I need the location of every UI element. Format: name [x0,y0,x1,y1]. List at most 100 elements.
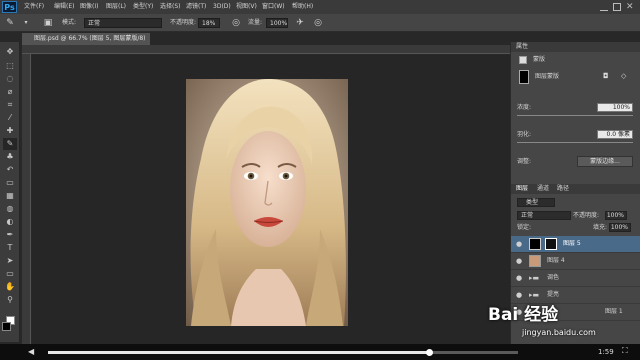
eye-icon[interactable]: ● [515,274,523,282]
dodge-tool-icon[interactable]: ◐ [3,216,17,228]
layer-name[interactable]: 图层 4 [547,257,565,265]
layer-opacity-label: 不透明度: [573,212,600,219]
portrait-image [186,79,348,326]
folder-icon[interactable]: ▸▬ [529,291,539,299]
move-tool-icon[interactable]: ✥ [3,46,17,58]
layer-filter-select[interactable]: 类型 [517,198,555,207]
crop-tool-icon[interactable]: ⌗ [3,99,17,111]
marquee-tool-icon[interactable]: ⬚ [3,60,17,72]
layer-mask-thumbnail[interactable] [545,238,557,250]
feather-input[interactable]: 0.0 像素 [597,130,633,139]
watermark-url: jingyan.baidu.com [522,328,596,337]
airbrush-icon[interactable]: ✈ [294,17,306,29]
menu-type[interactable]: 类型(Y) [133,0,153,14]
menu-layer[interactable]: 图层(L) [106,0,126,14]
video-time: 1:59 [598,348,614,356]
vector-mask-icon[interactable]: ◇ [621,72,633,81]
ruler-left [22,54,31,344]
shape-tool-icon[interactable]: ▭ [3,268,17,280]
layer-opacity-input[interactable]: 100% [605,211,627,220]
type-tool-icon[interactable]: T [3,242,17,254]
density-slider[interactable] [517,115,633,116]
path-select-icon[interactable]: ➤ [3,255,17,267]
folder-icon[interactable]: ▸▬ [529,274,539,282]
healing-brush-icon[interactable]: ✚ [3,125,17,137]
maximize-icon[interactable] [613,3,621,11]
pressure-size-icon[interactable]: ◎ [312,17,324,29]
layer-group-row[interactable]: ● ▸▬ 调色 [511,270,640,287]
layer-row-active[interactable]: ● 图层 5 [511,236,640,253]
menu-image[interactable]: 图像(I) [80,0,98,14]
mode-label: 模式: [62,19,77,26]
brush-tool-icon[interactable]: ✎ [3,138,17,150]
layer-thumbnail [529,238,541,250]
lock-label: 锁定: [517,224,532,231]
fill-label: 填充: [593,224,608,231]
document-image[interactable] [186,79,348,326]
layer-name[interactable]: 提亮 [547,291,559,299]
document-tab[interactable]: 图层.psd @ 66.7% (图层 5, 图层蒙版/8) [22,33,150,45]
brush-panel-icon[interactable]: ▣ [42,17,54,29]
mode-select[interactable]: 正常 [84,18,162,28]
progress-thumb[interactable] [425,349,433,356]
menu-window[interactable]: 窗口(W) [262,0,285,14]
blend-mode-select[interactable]: 正常 [517,211,571,220]
tab-channels[interactable]: 通道 [537,185,549,193]
eye-icon[interactable]: ● [515,240,523,248]
gradient-icon[interactable]: ▦ [3,190,17,202]
quick-select-icon[interactable]: ⌀ [3,86,17,98]
mask-edge-button[interactable]: 蒙版边缘... [577,156,633,167]
eye-icon[interactable]: ● [515,291,523,299]
menu-file[interactable]: 文件(F) [24,0,44,14]
clone-stamp-icon[interactable]: ♣ [3,151,17,163]
layers-tabs: 图层 通道 路径 [511,184,640,194]
eraser-icon[interactable]: ▭ [3,177,17,189]
options-bar: ✎ ▾ ▣ 模式: 正常 不透明度: 18% ◎ 流量: 100% ✈ ◎ [0,14,640,32]
volume-icon[interactable]: ◀ [28,347,34,357]
pressure-opacity-icon[interactable]: ◎ [230,17,242,29]
menu-help[interactable]: 帮助(H) [292,0,313,14]
brush-size-dropdown[interactable]: ▾ [20,17,32,29]
menu-3d[interactable]: 3D(D) [213,0,231,14]
hand-tool-icon[interactable]: ✋ [3,281,17,293]
watermark-brand: Bai 经验 [488,305,559,325]
history-brush-icon[interactable]: ↶ [3,164,17,176]
fill-input[interactable]: 100% [609,223,631,232]
feather-label: 羽化: [517,131,532,138]
density-input[interactable]: 100% [597,103,633,112]
pixel-mask-icon[interactable]: ◘ [603,72,615,81]
menu-filter[interactable]: 滤镜(T) [186,0,206,14]
layer-row[interactable]: ● 图层 4 [511,253,640,270]
feather-slider[interactable] [517,142,633,143]
tab-paths[interactable]: 路径 [557,185,569,193]
close-icon[interactable]: ✕ [626,0,634,14]
properties-section: 蒙版 [533,56,546,63]
flow-label: 流量: [248,19,263,26]
flow-input[interactable]: 100% [266,18,288,28]
tab-layers[interactable]: 图层 [516,185,528,193]
menu-select[interactable]: 选择(S) [160,0,181,14]
menu-view[interactable]: 视图(V) [236,0,257,14]
menu-bar: Ps 文件(F) 编辑(E) 图像(I) 图层(L) 类型(Y) 选择(S) 滤… [0,0,640,14]
opacity-label: 不透明度: [170,19,197,26]
minimize-icon[interactable] [600,3,608,11]
background-color-swatch[interactable] [2,322,11,331]
opacity-input[interactable]: 18% [198,18,220,28]
mask-icon [519,56,527,64]
eyedropper-icon[interactable]: ⁄ [3,112,17,124]
zoom-tool-icon[interactable]: ⚲ [3,294,17,306]
ruler-top [22,45,510,54]
lasso-tool-icon[interactable]: ◌ [3,73,17,85]
tools-panel: ✥ ⬚ ◌ ⌀ ⌗ ⁄ ✚ ✎ ♣ ↶ ▭ ▦ ◍ ◐ ✒ T ➤ ▭ ✋ ⚲ [0,42,20,342]
properties-title: 属性 [516,43,529,50]
layer-name[interactable]: 图层 5 [563,240,581,248]
fullscreen-icon[interactable]: ⛶ [622,346,628,356]
layer-name[interactable]: 调色 [547,274,559,282]
menu-edit[interactable]: 编辑(E) [54,0,74,14]
brush-tool-icon[interactable]: ✎ [4,17,16,29]
eye-icon[interactable]: ● [515,257,523,265]
blur-tool-icon[interactable]: ◍ [3,203,17,215]
adjust-label: 调整: [517,158,532,165]
progress-fill [48,351,429,354]
pen-tool-icon[interactable]: ✒ [3,229,17,241]
